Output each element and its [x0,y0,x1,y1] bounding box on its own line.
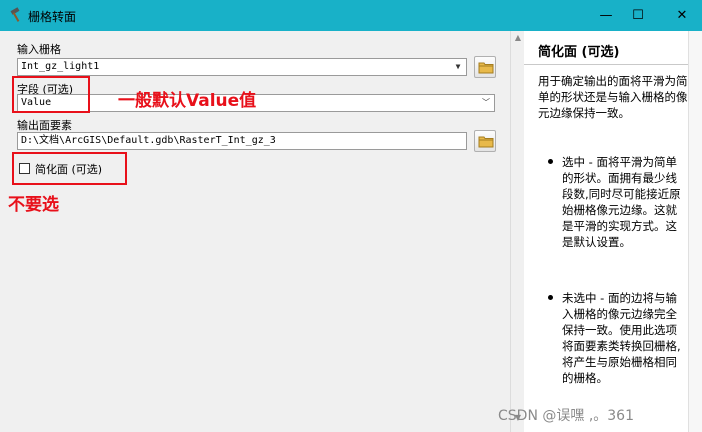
folder-icon [478,62,494,74]
window-title: 栅格转面 [28,10,77,24]
output-features-label: 输出面要素 [17,119,72,132]
field-annotation: 一般默认Value值 [118,91,257,111]
browse-input-button[interactable] [474,56,496,78]
input-raster-combo[interactable]: Int_gz_light1 ▼ [17,58,467,76]
help-panel: 简化面 (可选) 用于确定输出的面将平滑为简单的形状还是与输入栅格的像元边缘保持… [524,31,702,432]
hammer-icon [10,7,20,22]
close-button[interactable]: ✕ [660,0,702,31]
maximize-button[interactable]: ☐ [616,0,660,31]
help-item-checked: 选中 - 面将平滑为简单的形状。面拥有最少线段数,同时尽可能接近原始栅格像元边缘… [548,154,682,250]
output-features-value: D:\文档\ArcGIS\Default.gdb\RasterT_Int_gz_… [21,135,276,146]
output-features-input[interactable]: D:\文档\ArcGIS\Default.gdb\RasterT_Int_gz_… [17,132,467,150]
browse-output-button[interactable] [474,130,496,152]
chevron-down-icon[interactable]: ﹀ [480,96,492,110]
simplify-annotation: 不要选 [8,195,59,215]
field-highlight-box [12,76,90,113]
bullet-icon [548,159,553,164]
help-item-text: 未选中 - 面的边将与输入栅格的像元边缘完全保持一致。使用此选项将面要素类转换回… [562,291,681,385]
watermark: CSDN @误嘿 ,。361 [498,408,634,424]
parameters-scrollbar[interactable]: ▲ ▼ [510,31,524,432]
help-item-text: 选中 - 面将平滑为简单的形状。面拥有最少线段数,同时尽可能接近原始栅格像元边缘… [562,155,681,249]
bullet-icon [548,295,553,300]
help-scrollbar[interactable] [688,31,702,432]
input-raster-value: Int_gz_light1 [21,61,100,72]
input-raster-label: 输入栅格 [17,43,61,56]
scroll-up-icon[interactable]: ▲ [513,33,523,45]
title-bar: 栅格转面 — ☐ ✕ [0,0,702,31]
help-description: 用于确定输出的面将平滑为简单的形状还是与输入栅格的像元边缘保持一致。 [538,74,688,120]
folder-icon [478,136,494,148]
parameters-panel: 输入栅格 Int_gz_light1 ▼ 字段 (可选) Value ﹀ 一般默… [0,31,512,432]
help-divider [524,64,702,65]
simplify-highlight-box [12,152,127,185]
chevron-down-icon[interactable]: ▼ [452,60,464,74]
help-title: 简化面 (可选) [538,45,620,60]
help-item-unchecked: 未选中 - 面的边将与输入栅格的像元边缘完全保持一致。使用此选项将面要素类转换回… [548,290,682,386]
